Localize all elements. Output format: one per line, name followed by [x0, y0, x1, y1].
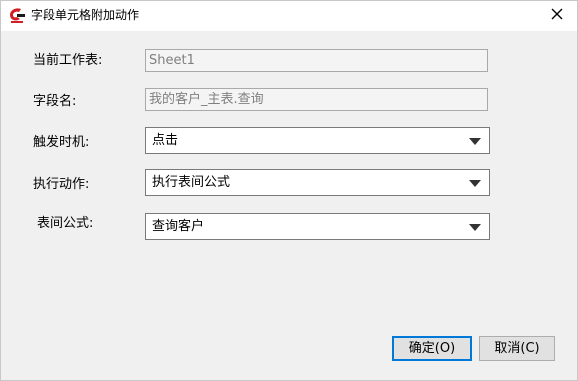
window-title: 字段单元格附加动作: [31, 8, 140, 22]
close-icon[interactable]: [551, 8, 563, 24]
formula-label: 表间公式:: [37, 216, 94, 231]
worksheet-label: 当前工作表:: [33, 53, 103, 68]
field-name-field: 我的客户_主表.查询: [145, 88, 488, 111]
action-label: 执行动作:: [33, 177, 90, 192]
title-bar: 字段单元格附加动作: [1, 1, 577, 31]
trigger-label: 触发时机:: [33, 135, 90, 150]
field-name-label: 字段名:: [33, 94, 77, 109]
trigger-select[interactable]: 点击: [145, 127, 490, 154]
action-select[interactable]: 执行表间公式: [145, 169, 490, 196]
formula-select[interactable]: 查询客户: [145, 213, 490, 240]
chevron-down-icon[interactable]: [469, 224, 481, 231]
trigger-selected-value: 点击: [152, 133, 179, 148]
worksheet-field: Sheet1: [145, 49, 488, 72]
app-logo-icon: [8, 6, 26, 24]
action-selected-value: 执行表间公式: [152, 175, 231, 190]
chevron-down-icon[interactable]: [469, 180, 481, 187]
cancel-button[interactable]: 取消(C): [479, 336, 555, 361]
formula-selected-value: 查询客户: [152, 219, 205, 234]
chevron-down-icon[interactable]: [469, 138, 481, 145]
dialog-window: 字段单元格附加动作 当前工作表: Sheet1 字段名: 我的客户_主表.查询 …: [0, 0, 578, 381]
close-button[interactable]: [543, 4, 571, 28]
ok-button[interactable]: 确定(O): [392, 336, 472, 361]
